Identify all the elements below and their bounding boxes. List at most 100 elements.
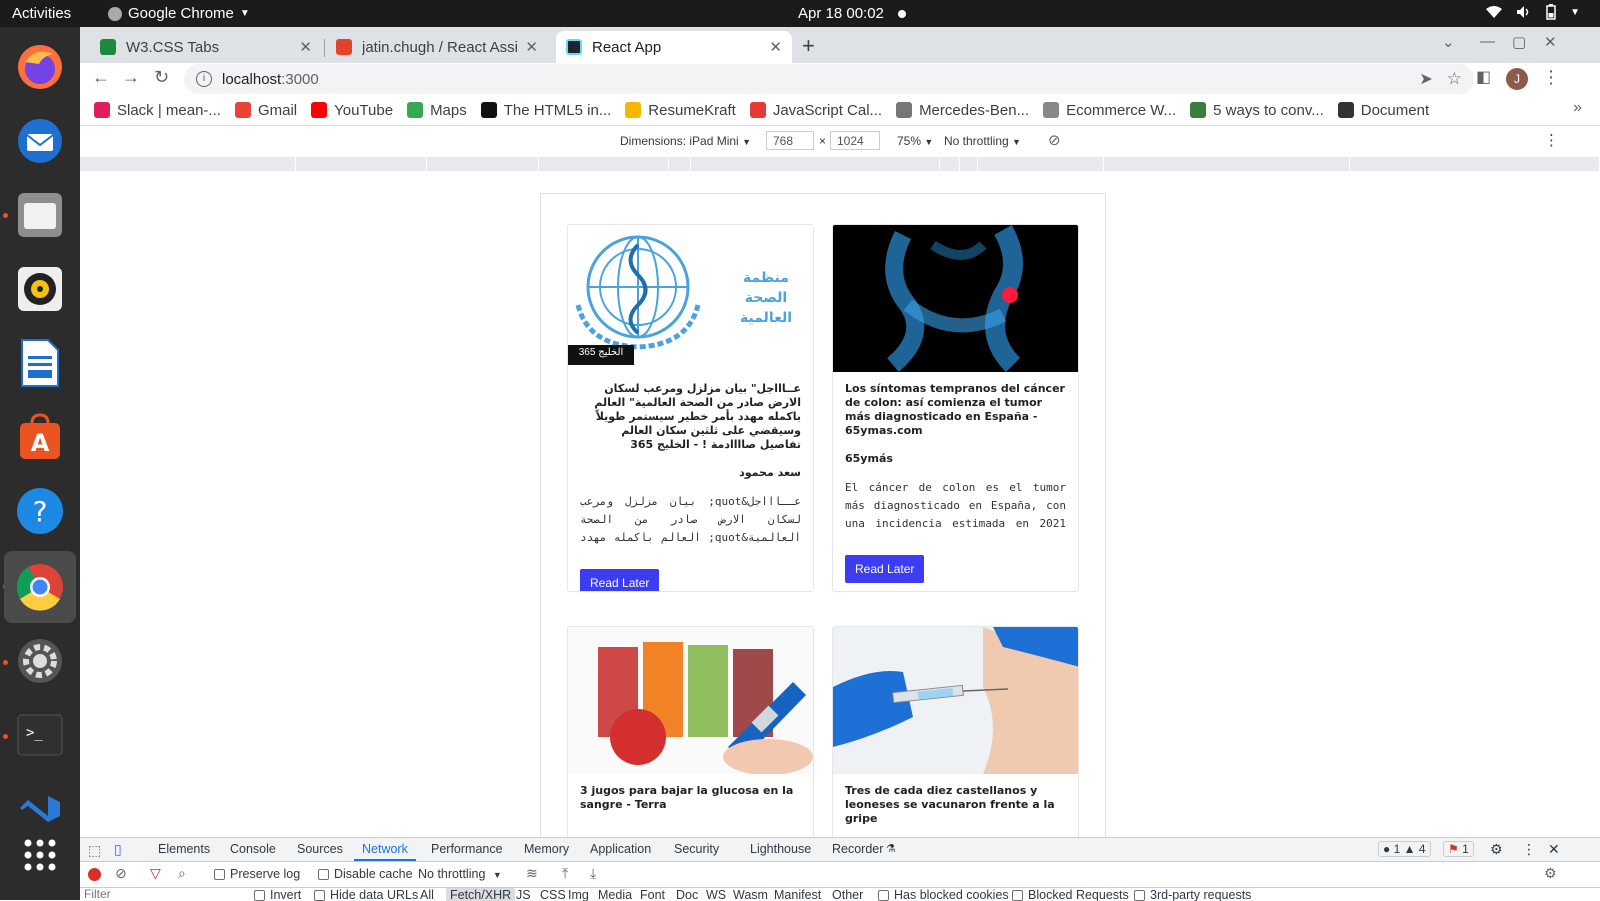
disable-cache-checkbox[interactable]: Disable cache: [318, 867, 413, 881]
network-settings-icon[interactable]: ⚙: [1544, 865, 1557, 882]
media-query-segment[interactable]: [978, 157, 1104, 171]
type-filter-fetch-xhr[interactable]: Fetch/XHR: [446, 888, 516, 901]
devtools-close-icon[interactable]: ✕: [1548, 841, 1560, 858]
export-har-icon[interactable]: ⤓: [590, 865, 596, 882]
close-tab-icon[interactable]: ✕: [525, 38, 538, 56]
tab-search-icon[interactable]: ⌄: [1442, 33, 1455, 51]
bookmark-item[interactable]: Slack | mean-...: [94, 102, 221, 119]
rotate-icon[interactable]: ⊘: [1048, 131, 1061, 149]
record-icon[interactable]: [88, 868, 101, 881]
type-filter-all[interactable]: All: [420, 888, 434, 901]
activities-button[interactable]: Activities: [12, 5, 71, 22]
bookmark-item[interactable]: Document: [1337, 102, 1429, 119]
tab-application[interactable]: Application: [590, 842, 651, 856]
media-query-segment[interactable]: [296, 157, 427, 171]
close-tab-icon[interactable]: ✕: [769, 38, 782, 56]
tab-react-app[interactable]: React App ✕: [556, 31, 792, 63]
type-filter-wasm[interactable]: Wasm: [733, 888, 768, 901]
type-filter-other[interactable]: Other: [832, 888, 863, 901]
minimize-icon[interactable]: —: [1480, 33, 1495, 50]
media-query-segment[interactable]: [427, 157, 539, 171]
bookmark-item[interactable]: The HTML5 in...: [480, 102, 611, 119]
inspect-element-icon[interactable]: ⬚: [88, 842, 101, 859]
blocked-requests-checkbox[interactable]: Blocked Requests: [1012, 888, 1129, 901]
issue-counter[interactable]: ● 1 ▲ 4: [1378, 841, 1431, 857]
writer-icon[interactable]: [12, 335, 68, 391]
filter-icon[interactable]: ▽: [150, 865, 161, 882]
help-icon[interactable]: ?: [12, 483, 68, 539]
bookmark-star-icon[interactable]: ☆: [1447, 69, 1462, 89]
network-throttling-select[interactable]: No throttling ▼: [418, 867, 502, 881]
type-filter-doc[interactable]: Doc: [676, 888, 698, 901]
device-dimensions-select[interactable]: Dimensions: iPad Mini ▼: [620, 134, 751, 148]
app-menu[interactable]: Google Chrome ▼: [108, 5, 250, 22]
type-filter-img[interactable]: Img: [568, 888, 589, 901]
read-later-button[interactable]: Read Later: [845, 555, 925, 583]
tab-console[interactable]: Console: [230, 842, 276, 856]
forward-icon[interactable]: →: [122, 67, 140, 88]
has-blocked-cookies-checkbox[interactable]: Has blocked cookies: [878, 888, 1009, 901]
firefox-icon[interactable]: [12, 39, 68, 95]
media-query-segment[interactable]: [1104, 157, 1350, 171]
tab-performance[interactable]: Performance: [431, 842, 503, 856]
preserve-log-checkbox[interactable]: Preserve log: [214, 867, 300, 881]
new-tab-icon[interactable]: +: [802, 33, 815, 59]
bookmark-item[interactable]: Gmail: [234, 102, 297, 119]
network-conditions-icon[interactable]: ≋: [526, 865, 538, 882]
type-filter-font[interactable]: Font: [640, 888, 665, 901]
clock[interactable]: Apr 18 00:02: [798, 5, 884, 22]
maximize-icon[interactable]: ▢: [1512, 33, 1526, 51]
tab-w3css[interactable]: W3.CSS Tabs ✕: [90, 31, 322, 63]
read-later-button[interactable]: Read Later: [580, 569, 660, 591]
close-tab-icon[interactable]: ✕: [299, 38, 312, 56]
type-filter-css[interactable]: CSS: [540, 888, 566, 901]
type-filter-ws[interactable]: WS: [706, 888, 726, 901]
invert-checkbox[interactable]: Invert: [254, 888, 301, 901]
rhythmbox-icon[interactable]: [12, 261, 68, 317]
zoom-select[interactable]: 75% ▼: [897, 134, 933, 148]
tab-recorder[interactable]: Recorder: [832, 842, 883, 856]
system-tray[interactable]: ▼: [1486, 4, 1580, 20]
third-party-checkbox[interactable]: 3rd-party requests: [1134, 888, 1251, 901]
software-center-icon[interactable]: A: [12, 409, 68, 465]
send-to-devices-icon[interactable]: ➤: [1419, 69, 1432, 89]
devtools-settings-icon[interactable]: ⚙: [1490, 841, 1503, 858]
bookmark-item[interactable]: Mercedes-Ben...: [896, 102, 1029, 119]
type-filter-manifest[interactable]: Manifest: [774, 888, 821, 901]
chrome-menu-icon[interactable]: ⋮: [1542, 67, 1560, 88]
media-query-segment[interactable]: [1350, 157, 1600, 171]
bookmark-item[interactable]: ResumeKraft: [625, 102, 736, 119]
media-query-segment[interactable]: [80, 157, 296, 171]
bookmarks-overflow-icon[interactable]: »: [1573, 99, 1582, 117]
media-query-segment[interactable]: [669, 157, 691, 171]
filter-input[interactable]: [84, 888, 234, 901]
media-query-bar[interactable]: [80, 157, 1600, 171]
import-har-icon[interactable]: ⤒: [562, 865, 568, 882]
media-query-segment[interactable]: [940, 157, 960, 171]
chrome-icon[interactable]: [4, 551, 76, 623]
thunderbird-icon[interactable]: [12, 113, 68, 169]
bookmark-item[interactable]: Maps: [407, 102, 467, 119]
profile-avatar[interactable]: J: [1506, 68, 1528, 90]
close-window-icon[interactable]: ✕: [1544, 33, 1557, 51]
files-icon[interactable]: [12, 187, 68, 243]
search-icon[interactable]: ⌕: [178, 865, 186, 882]
show-apps-icon[interactable]: [12, 827, 68, 883]
terminal-icon[interactable]: >_: [12, 707, 68, 763]
bookmark-item[interactable]: 5 ways to conv...: [1190, 102, 1324, 119]
tab-memory[interactable]: Memory: [524, 842, 569, 856]
bookmark-item[interactable]: Ecommerce W...: [1043, 102, 1176, 119]
type-filter-js[interactable]: JS: [516, 888, 531, 901]
side-panel-icon[interactable]: ◧: [1476, 67, 1491, 87]
devtools-more-icon[interactable]: ⋮: [1522, 841, 1536, 858]
media-query-segment[interactable]: [539, 157, 669, 171]
issues-badge[interactable]: ⚑ 1: [1443, 841, 1474, 857]
tab-lighthouse[interactable]: Lighthouse: [750, 842, 811, 856]
tab-network[interactable]: Network: [354, 842, 416, 861]
viewport-height-input[interactable]: 1024: [830, 131, 880, 150]
viewport-width-input[interactable]: 768: [766, 131, 814, 150]
reload-icon[interactable]: ↻: [154, 67, 169, 88]
device-throttling-select[interactable]: No throttling ▼: [944, 134, 1021, 148]
back-icon[interactable]: ←: [92, 67, 110, 88]
device-toggle-icon[interactable]: ▯: [114, 841, 122, 858]
